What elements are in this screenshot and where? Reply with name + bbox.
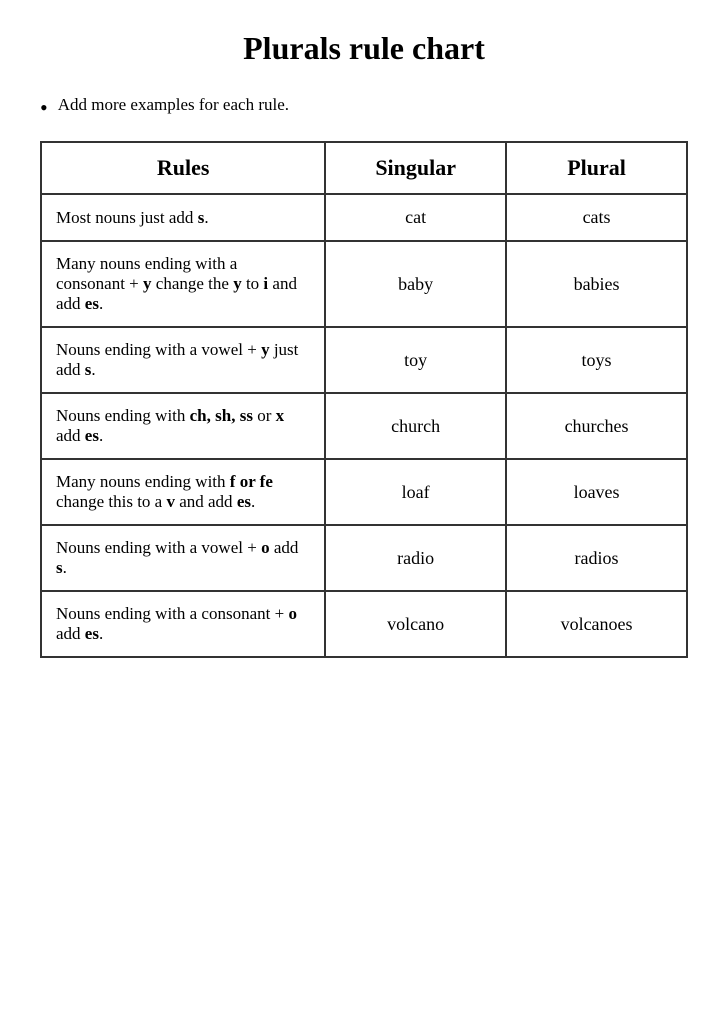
table-row: Nouns ending with a vowel + y just add s… <box>41 327 687 393</box>
singular-cell: cat <box>325 194 506 241</box>
singular-cell: baby <box>325 241 506 327</box>
plurals-table: Rules Singular Plural Most nouns just ad… <box>40 141 688 658</box>
table-row: Nouns ending with a vowel + o add s.radi… <box>41 525 687 591</box>
rule-cell: Many nouns ending with f or fe change th… <box>41 459 325 525</box>
table-row: Nouns ending with a consonant + o add es… <box>41 591 687 657</box>
plural-cell: cats <box>506 194 687 241</box>
rule-cell: Nouns ending with a consonant + o add es… <box>41 591 325 657</box>
rule-cell: Nouns ending with a vowel + y just add s… <box>41 327 325 393</box>
singular-cell: radio <box>325 525 506 591</box>
header-rules: Rules <box>41 142 325 194</box>
header-plural: Plural <box>506 142 687 194</box>
bullet-point: • <box>40 95 48 121</box>
rule-cell: Nouns ending with a vowel + o add s. <box>41 525 325 591</box>
plural-cell: volcanoes <box>506 591 687 657</box>
singular-cell: loaf <box>325 459 506 525</box>
page-title: Plurals rule chart <box>40 30 688 67</box>
table-row: Many nouns ending with a consonant + y c… <box>41 241 687 327</box>
plural-cell: toys <box>506 327 687 393</box>
table-row: Most nouns just add s.catcats <box>41 194 687 241</box>
plural-cell: radios <box>506 525 687 591</box>
plural-cell: loaves <box>506 459 687 525</box>
table-row: Many nouns ending with f or fe change th… <box>41 459 687 525</box>
rule-cell: Many nouns ending with a consonant + y c… <box>41 241 325 327</box>
singular-cell: church <box>325 393 506 459</box>
header-singular: Singular <box>325 142 506 194</box>
instruction-line: • Add more examples for each rule. <box>40 95 688 121</box>
rule-cell: Most nouns just add s. <box>41 194 325 241</box>
instruction-text: Add more examples for each rule. <box>58 95 289 115</box>
table-row: Nouns ending with ch, sh, ss or x add es… <box>41 393 687 459</box>
plural-cell: babies <box>506 241 687 327</box>
singular-cell: toy <box>325 327 506 393</box>
singular-cell: volcano <box>325 591 506 657</box>
rule-cell: Nouns ending with ch, sh, ss or x add es… <box>41 393 325 459</box>
table-header-row: Rules Singular Plural <box>41 142 687 194</box>
plural-cell: churches <box>506 393 687 459</box>
